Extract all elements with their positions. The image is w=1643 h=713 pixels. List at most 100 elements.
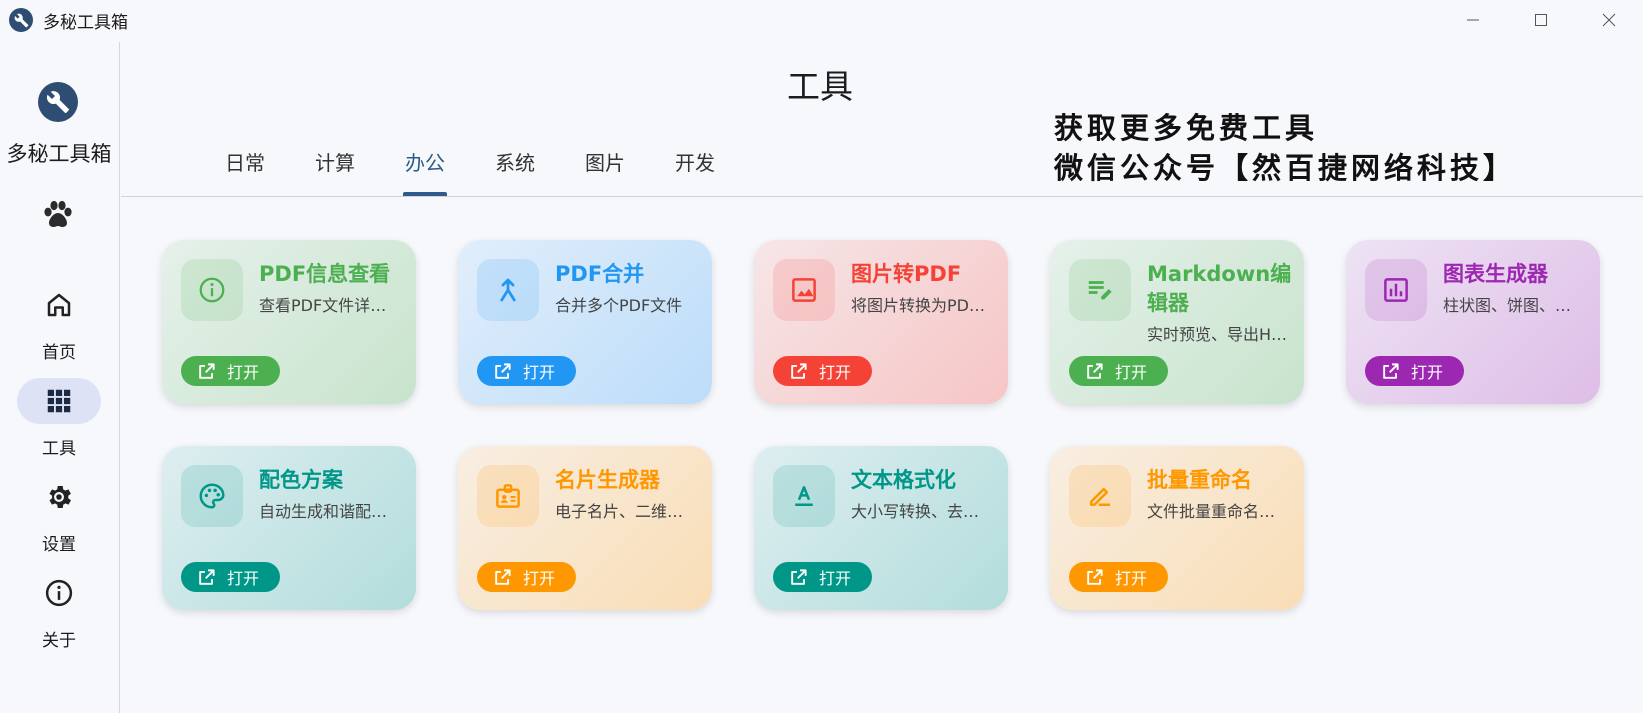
maximize-button[interactable] xyxy=(1507,0,1575,40)
promo-line-1: 获取更多免费工具 xyxy=(1054,111,1319,145)
card-title: 图片转PDF xyxy=(851,262,962,286)
tool-card-pdf-merge[interactable]: PDF合并 合并多个PDF文件 打开 xyxy=(458,240,712,404)
palette-icon xyxy=(199,483,225,509)
open-in-new-icon xyxy=(791,362,807,379)
tool-card-business-card[interactable]: 名片生成器 电子名片、二维码名片 打开 xyxy=(458,446,712,610)
tab-label: 计算 xyxy=(315,151,355,175)
tool-card-text-format[interactable]: 文本格式化 大小写转换、去除空格 打开 xyxy=(754,446,1008,610)
tab-image[interactable]: 图片 xyxy=(560,140,650,196)
card-title: 配色方案 xyxy=(259,468,343,492)
window-title: 多秘工具箱 xyxy=(43,12,128,33)
open-button[interactable]: 打开 xyxy=(181,562,280,592)
open-in-new-icon xyxy=(495,568,511,585)
card-desc: 文件批量重命名工具 xyxy=(1147,502,1289,521)
tool-card-markdown-editor[interactable]: Markdown编辑器 实时预览、导出HTML 打开 xyxy=(1050,240,1304,404)
tab-office[interactable]: 办公 xyxy=(380,140,470,196)
category-tabs: 日常 计算 办公 系统 图片 开发 xyxy=(200,140,740,196)
tab-develop[interactable]: 开发 xyxy=(650,140,740,196)
title-bar: 多秘工具箱 xyxy=(0,0,1643,40)
tab-calculate[interactable]: 计算 xyxy=(290,140,380,196)
card-desc: 大小写转换、去除空格 xyxy=(851,502,993,521)
card-desc: 合并多个PDF文件 xyxy=(555,296,683,315)
gear-icon xyxy=(49,486,71,508)
merge-icon xyxy=(500,278,516,302)
card-icon-tile xyxy=(1069,465,1131,527)
tool-card-pdf-info[interactable]: PDF信息查看 查看PDF文件详细信息 打开 xyxy=(162,240,416,404)
tool-card-image-to-pdf[interactable]: 图片转PDF 将图片转换为PDF文件 打开 xyxy=(754,240,1008,404)
nav-pill[interactable] xyxy=(17,474,101,520)
sidebar-item-label: 工具 xyxy=(42,439,76,459)
card-title: Markdown编辑器 xyxy=(1147,262,1292,315)
open-button[interactable]: 打开 xyxy=(773,562,872,592)
open-button[interactable]: 打开 xyxy=(1069,356,1168,386)
home-icon xyxy=(47,293,71,317)
card-icon-tile xyxy=(477,259,539,321)
open-button-label: 打开 xyxy=(819,363,852,382)
sidebar-item-tools[interactable]: 工具 xyxy=(0,378,118,464)
open-button-label: 打开 xyxy=(523,569,556,588)
card-desc: 电子名片、二维码名片 xyxy=(555,502,697,521)
open-button-label: 打开 xyxy=(523,363,556,382)
sidebar-item-home[interactable]: 首页 xyxy=(0,282,118,368)
window-controls xyxy=(1439,0,1643,40)
open-button[interactable]: 打开 xyxy=(1069,562,1168,592)
open-button-label: 打开 xyxy=(227,569,260,588)
info-icon xyxy=(199,277,225,303)
promo-text: 获取更多免费工具 微信公众号【然百捷网络科技】 xyxy=(1054,108,1516,188)
open-button[interactable]: 打开 xyxy=(1365,356,1464,386)
tab-label: 日常 xyxy=(225,151,265,175)
tool-card-color-scheme[interactable]: 配色方案 自动生成和谐配色方案 打开 xyxy=(162,446,416,610)
sidebar-item-settings[interactable]: 设置 xyxy=(0,474,118,560)
open-in-new-icon xyxy=(791,568,807,585)
tab-system[interactable]: 系统 xyxy=(470,140,560,196)
brand-name: 多秘工具箱 xyxy=(6,142,112,166)
sidebar-item-label: 关于 xyxy=(42,631,76,651)
card-icon-tile xyxy=(477,465,539,527)
tab-label: 办公 xyxy=(405,151,445,175)
card-desc: 自动生成和谐配色方案 xyxy=(259,502,401,521)
text-format-icon xyxy=(795,486,813,506)
paw-icon[interactable] xyxy=(40,198,76,234)
rename-icon xyxy=(1090,487,1110,506)
card-title: 文本格式化 xyxy=(851,468,956,492)
card-desc: 查看PDF文件详细信息 xyxy=(259,296,401,315)
app-window: 多秘工具箱 多秘工具箱 首页 工具 设置 关于 工具 获取更多免费工具 微信公众… xyxy=(0,0,1643,713)
edit-note-icon xyxy=(1088,281,1112,300)
app-logo-icon xyxy=(9,8,33,32)
card-icon-tile xyxy=(773,465,835,527)
open-in-new-icon xyxy=(199,568,215,585)
open-button-label: 打开 xyxy=(819,569,852,588)
open-button-label: 打开 xyxy=(1411,363,1444,382)
tab-daily[interactable]: 日常 xyxy=(200,140,290,196)
open-button[interactable]: 打开 xyxy=(477,356,576,386)
close-icon xyxy=(1602,13,1616,27)
card-icon-tile xyxy=(181,259,243,321)
close-button[interactable] xyxy=(1575,0,1643,40)
bar-chart-icon xyxy=(1384,278,1408,302)
open-in-new-icon xyxy=(1383,362,1399,379)
card-icon-tile xyxy=(181,465,243,527)
badge-icon xyxy=(496,484,520,508)
open-button[interactable]: 打开 xyxy=(181,356,280,386)
open-button-label: 打开 xyxy=(1115,569,1148,588)
card-desc: 实时预览、导出HTML xyxy=(1147,325,1289,344)
minimize-icon xyxy=(1467,19,1479,21)
open-button[interactable]: 打开 xyxy=(773,356,872,386)
tool-card-batch-rename[interactable]: 批量重命名 文件批量重命名工具 打开 xyxy=(1050,446,1304,610)
card-desc: 柱状图、饼图、折线图 xyxy=(1443,296,1585,315)
nav-pill[interactable] xyxy=(17,282,101,328)
open-button[interactable]: 打开 xyxy=(477,562,576,592)
info-icon xyxy=(45,579,73,607)
image-icon xyxy=(792,278,816,302)
promo-line-2: 微信公众号【然百捷网络科技】 xyxy=(1054,151,1517,185)
sidebar-item-label: 首页 xyxy=(42,343,76,363)
tabs-divider xyxy=(121,196,1643,197)
minimize-button[interactable] xyxy=(1439,0,1507,40)
page-title: 工具 xyxy=(787,67,853,106)
tool-card-chart-generator[interactable]: 图表生成器 柱状图、饼图、折线图 打开 xyxy=(1346,240,1600,404)
sidebar-item-about[interactable]: 关于 xyxy=(0,570,118,656)
tool-grid: PDF信息查看 查看PDF文件详细信息 打开 PDF合并 合并多个PDF文件 打… xyxy=(162,240,1602,620)
nav-pill[interactable] xyxy=(17,570,101,616)
card-title: 名片生成器 xyxy=(555,468,660,492)
nav-pill[interactable] xyxy=(17,378,101,424)
